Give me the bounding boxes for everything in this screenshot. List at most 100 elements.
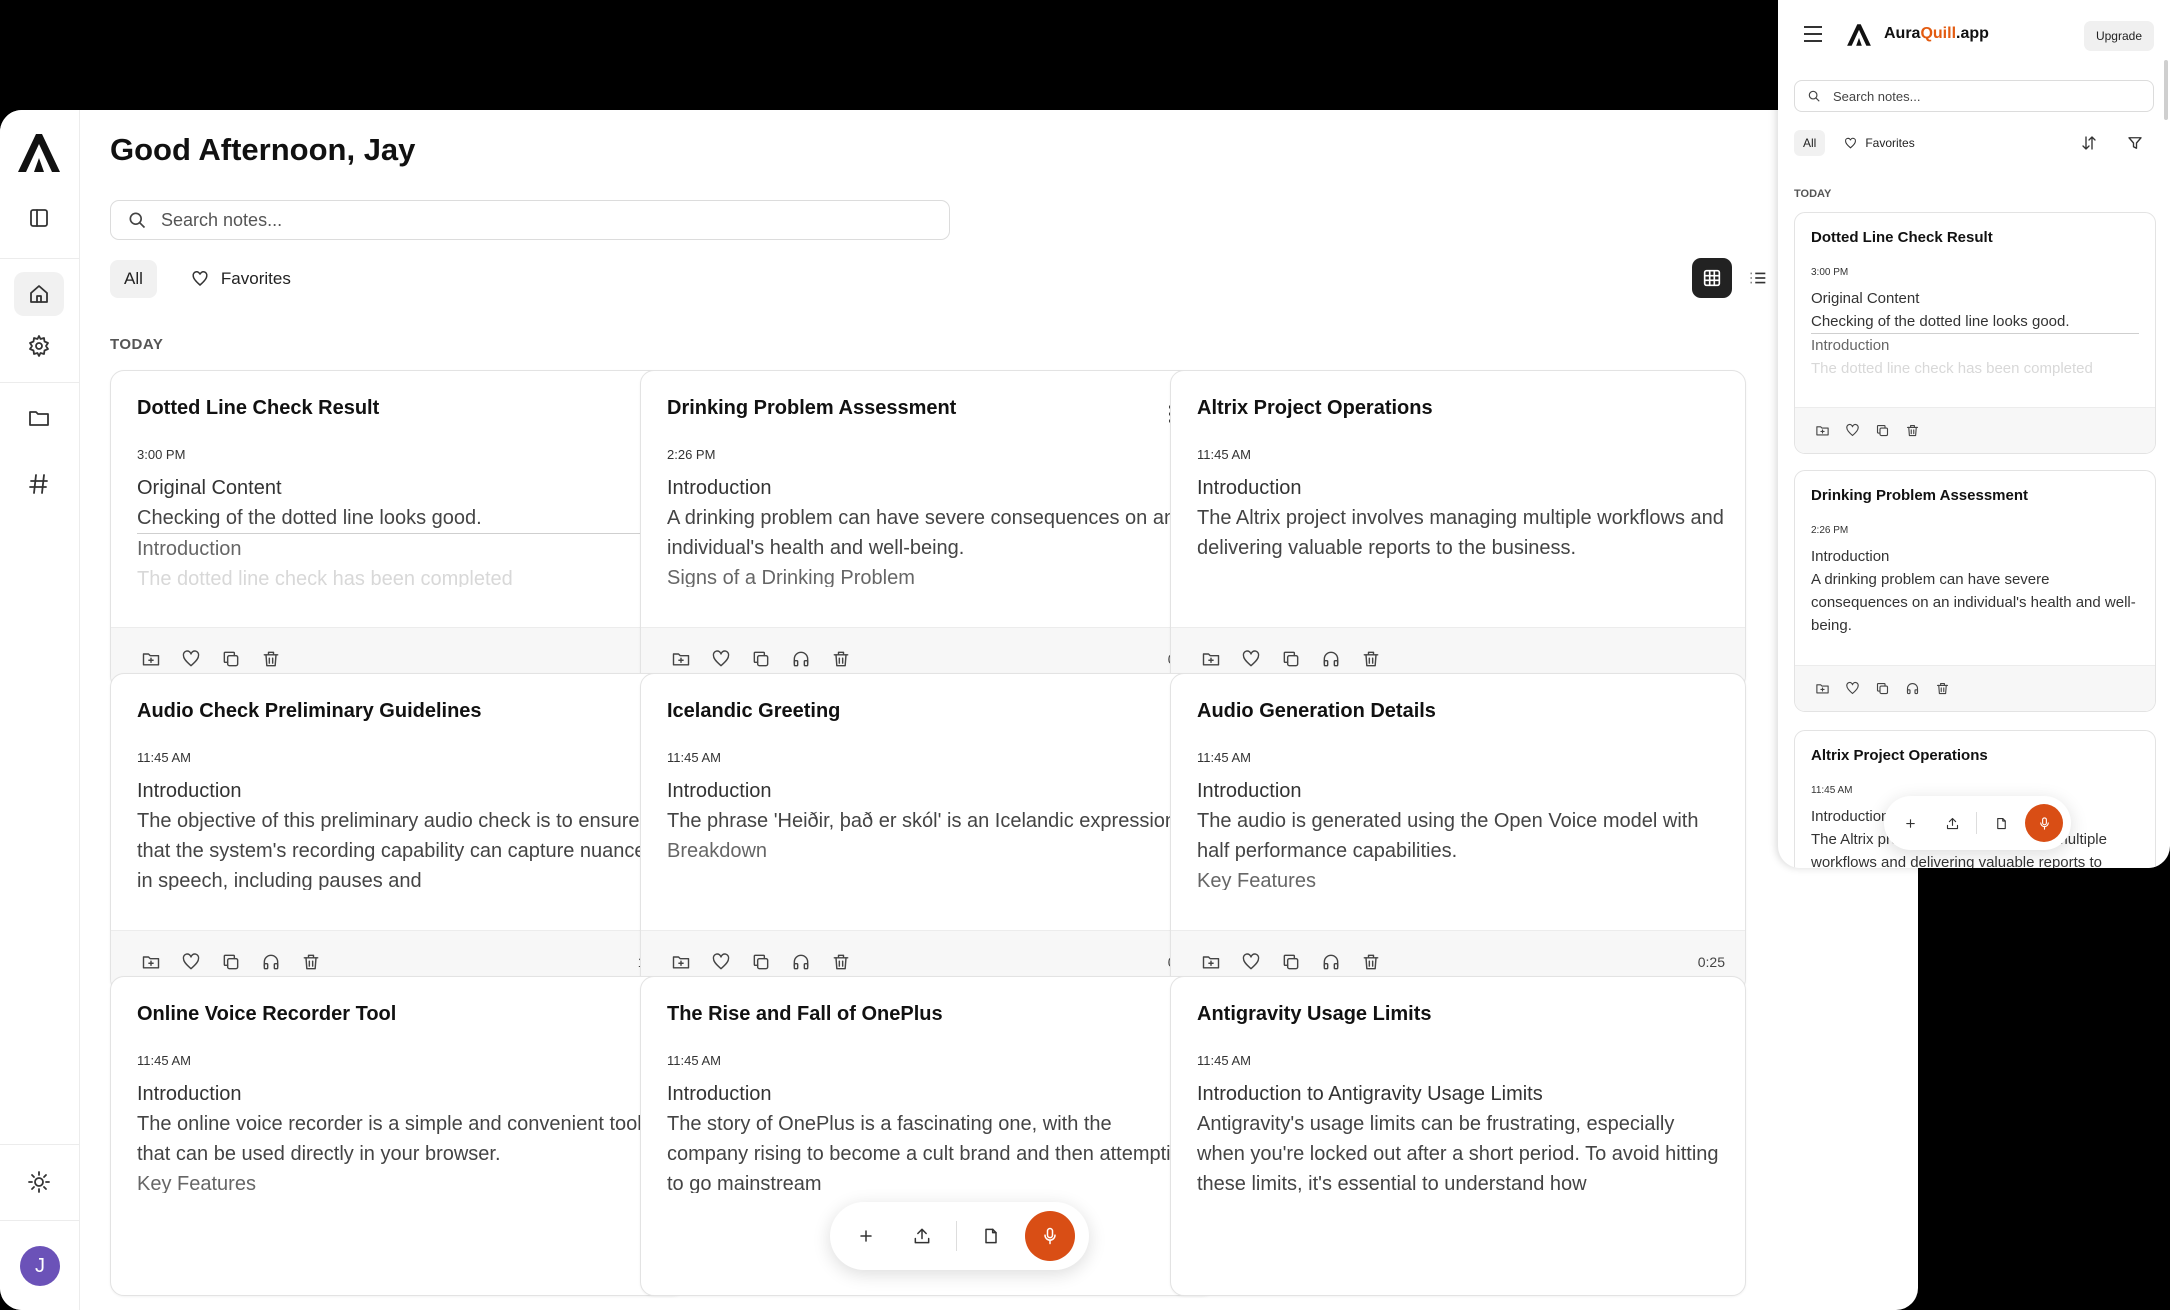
list-view-button[interactable] [1738, 258, 1778, 298]
note-card[interactable]: Drinking Problem Assessment 2:26 PM Introd… [640, 370, 1216, 690]
listen-button[interactable] [1905, 681, 1935, 696]
sidebar-item-home[interactable] [14, 272, 64, 316]
theme-toggle-button[interactable] [14, 1160, 64, 1204]
trash-icon [1363, 651, 1379, 666]
upload-button[interactable] [900, 1214, 944, 1258]
mini-filter-all[interactable]: All [1794, 130, 1826, 156]
sidebar-item-folders[interactable] [14, 396, 64, 440]
mini-new-note-button[interactable] [1892, 805, 1928, 841]
main-window: J Good Afternoon, Jay All Favorites TODA… [0, 110, 1918, 1310]
avatar[interactable]: J [20, 1246, 60, 1286]
note-card[interactable]: Audio Generation Details 11:45 AM Introduc… [1170, 673, 1746, 993]
add-to-folder-icon [142, 652, 160, 666]
app-logo[interactable] [14, 130, 64, 176]
note-time: 11:45 AM [667, 750, 721, 765]
favorite-button[interactable] [1845, 423, 1875, 438]
favorite-button[interactable] [1241, 644, 1281, 674]
mini-filter-favorites[interactable]: Favorites [1835, 130, 1923, 156]
move-to-folder-button[interactable] [141, 947, 181, 977]
delete-button[interactable] [1361, 947, 1401, 977]
copy-icon [1876, 424, 1889, 437]
note-card[interactable]: Online Voice Recorder Tool 11:45 AM Introd… [110, 976, 686, 1296]
mini-upload-button[interactable] [1934, 805, 1970, 841]
favorite-button[interactable] [181, 947, 221, 977]
delete-button[interactable] [301, 947, 341, 977]
add-to-folder-icon [1816, 426, 1829, 436]
listen-button[interactable] [1321, 644, 1361, 674]
copy-button[interactable] [1281, 644, 1321, 674]
move-to-folder-button[interactable] [1815, 423, 1845, 438]
search-input[interactable] [161, 209, 861, 231]
search-icon [129, 212, 146, 229]
sidebar-toggle-button[interactable] [14, 196, 64, 240]
filter-favorites[interactable]: Favorites [177, 260, 305, 298]
delete-button[interactable] [831, 644, 871, 674]
note-card[interactable]: Audio Check Preliminary Guidelines 11:45 … [110, 673, 686, 993]
note-card[interactable]: Dotted Line Check Result 3:00 PM Original … [110, 370, 686, 690]
note-card[interactable]: Icelandic Greeting 11:45 AM Introduction Th… [640, 673, 1216, 993]
text-note-button[interactable] [969, 1214, 1013, 1258]
mini-floating-toolbar [1884, 796, 2071, 850]
move-to-folder-button[interactable] [1201, 644, 1241, 674]
copy-button[interactable] [751, 947, 791, 977]
copy-button[interactable] [221, 947, 261, 977]
listen-button[interactable] [1321, 947, 1361, 977]
note-title: Drinking Problem Assessment [1811, 487, 2029, 504]
listen-button[interactable] [791, 644, 831, 674]
move-to-folder-button[interactable] [1815, 681, 1845, 696]
record-button[interactable] [1025, 1211, 1075, 1261]
favorite-button[interactable] [711, 947, 751, 977]
preview-line: Introduction [137, 1083, 242, 1105]
scrollbar[interactable] [2164, 60, 2168, 120]
mini-record-button[interactable] [2025, 804, 2063, 842]
favorite-button[interactable] [711, 644, 751, 674]
copy-button[interactable] [751, 644, 791, 674]
mini-text-note-button[interactable] [1983, 805, 2019, 841]
delete-button[interactable] [261, 644, 301, 674]
mini-note-card[interactable]: Dotted Line Check Result 3:00 PM Original … [1794, 212, 2156, 454]
copy-icon [223, 651, 239, 666]
copy-button[interactable] [1875, 423, 1905, 438]
headphones-icon [1323, 954, 1339, 969]
preview-line: A drinking problem can have severe conse… [1811, 571, 2136, 634]
upgrade-button[interactable]: Upgrade [2083, 21, 2154, 51]
move-to-folder-button[interactable] [671, 947, 711, 977]
filter-button[interactable] [2126, 134, 2144, 152]
copy-button[interactable] [1281, 947, 1321, 977]
search-bar[interactable] [110, 200, 950, 240]
delete-button[interactable] [1905, 423, 1935, 438]
trash-icon [1363, 954, 1379, 969]
move-to-folder-button[interactable] [1201, 947, 1241, 977]
favorite-button[interactable] [1241, 947, 1281, 977]
preview-line: Introduction [1811, 337, 1890, 354]
grid-view-button[interactable] [1692, 258, 1732, 298]
filter-all[interactable]: All [110, 260, 157, 298]
preview-line: Original Content [1811, 290, 1920, 307]
move-to-folder-button[interactable] [141, 644, 181, 674]
note-time: 11:45 AM [1197, 1053, 1251, 1068]
copy-button[interactable] [1875, 681, 1905, 696]
preview-line: Introduction [137, 780, 242, 802]
card-preview: Introduction The story of OnePlus is a fa… [667, 1079, 1197, 1193]
sidebar-item-tags[interactable] [14, 462, 64, 506]
note-card[interactable]: Antigravity Usage Limits 11:45 AM Introduc… [1170, 976, 1746, 1296]
hashtag-icon [29, 474, 48, 494]
delete-button[interactable] [1361, 644, 1401, 674]
sidebar-item-settings[interactable] [14, 324, 64, 368]
sort-button[interactable] [2080, 134, 2098, 152]
mini-note-card[interactable]: Drinking Problem Assessment 2:26 PM Introd… [1794, 470, 2156, 712]
favorite-button[interactable] [181, 644, 221, 674]
note-card[interactable]: Altrix Project Operations 11:45 AM Introdu… [1170, 370, 1746, 690]
mini-search-input[interactable] [1833, 88, 2133, 104]
mini-search-bar[interactable] [1794, 80, 2154, 112]
listen-button[interactable] [261, 947, 301, 977]
new-note-button[interactable] [844, 1214, 888, 1258]
delete-button[interactable] [1935, 681, 1965, 696]
move-to-folder-button[interactable] [671, 644, 711, 674]
favorite-button[interactable] [1845, 681, 1875, 696]
listen-button[interactable] [791, 947, 831, 977]
delete-button[interactable] [831, 947, 871, 977]
hamburger-menu-icon[interactable] [1804, 26, 1822, 42]
copy-button[interactable] [221, 644, 261, 674]
preview-line: The dotted line check has been completed [137, 568, 513, 587]
